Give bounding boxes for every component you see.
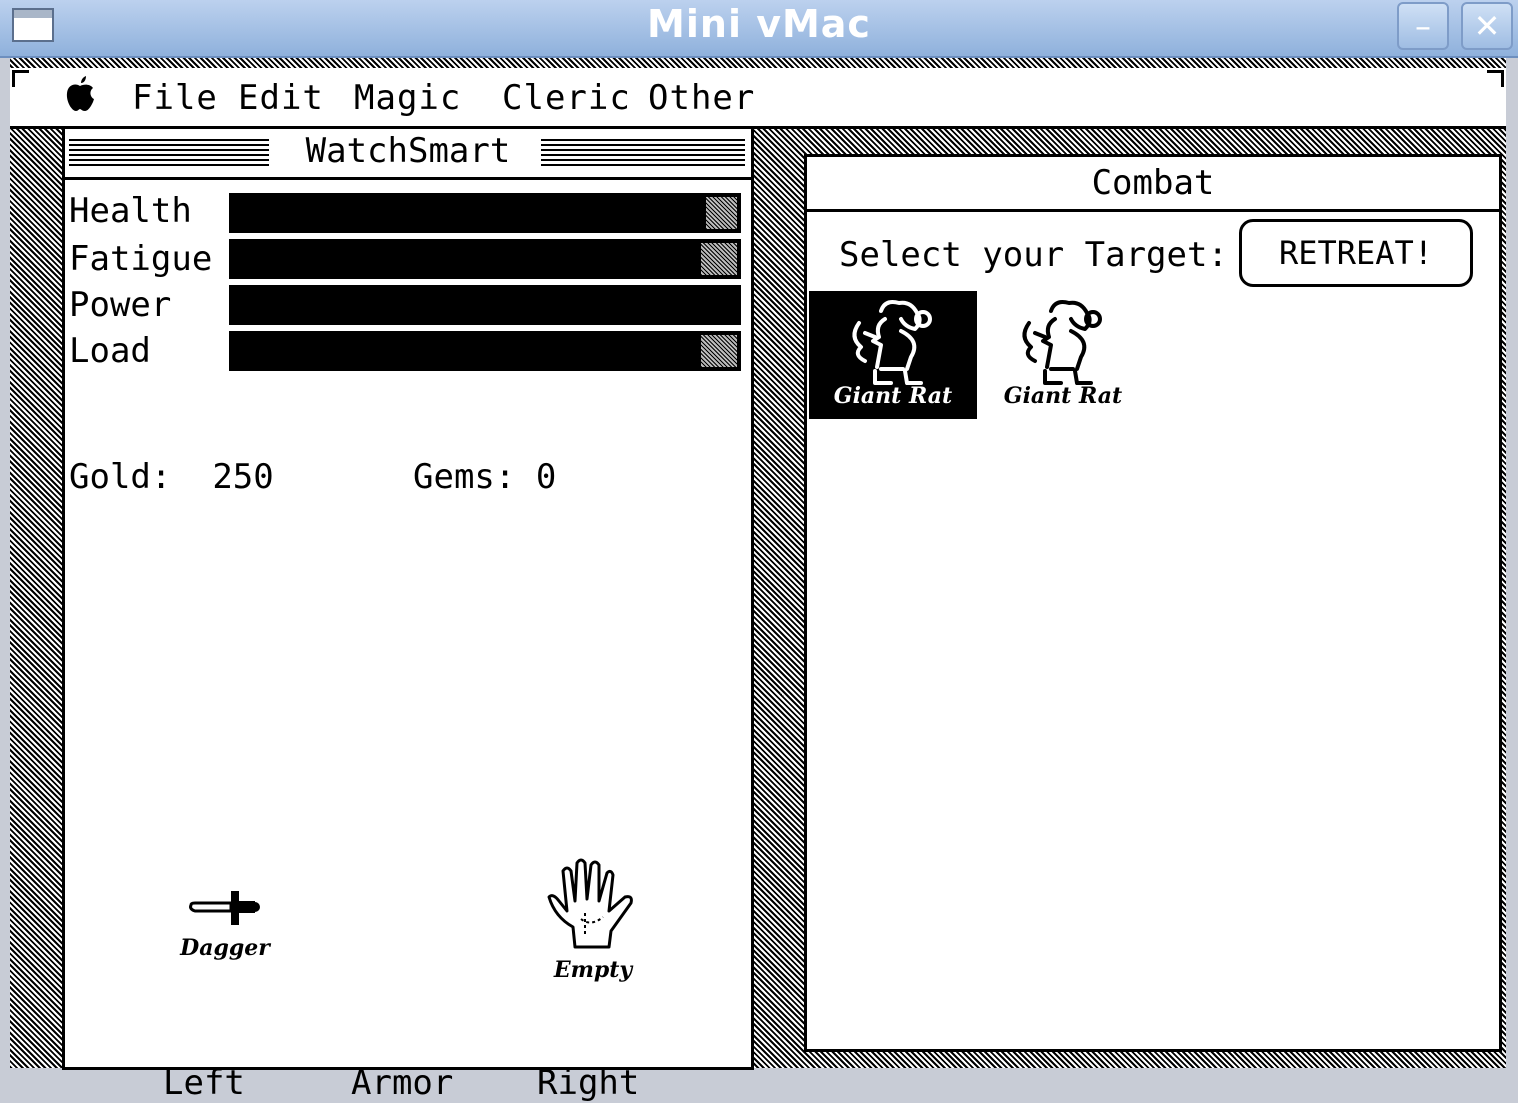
slot-left[interactable]: Left <box>163 1063 245 1103</box>
menu-other[interactable]: Other <box>648 78 755 118</box>
right-item-name: Empty <box>553 957 633 983</box>
apple-icon[interactable] <box>64 74 96 114</box>
combat-title[interactable]: Combat <box>807 157 1499 212</box>
right-hand-item[interactable]: Empty <box>541 857 645 983</box>
left-item-name: Dagger <box>180 935 270 961</box>
target-name: Giant Rat <box>833 383 953 409</box>
menu-file[interactable]: File <box>132 78 218 118</box>
menu-bar: File Edit Magic Cleric Other <box>10 68 1506 129</box>
health-label: Health <box>69 191 192 231</box>
emulator-screen: File Edit Magic Cleric Other WatchSmart … <box>10 58 1506 1103</box>
fatigue-bar <box>229 239 741 279</box>
gems-readout: Gems: 0 <box>413 457 556 497</box>
target-prompt: Select your Target: <box>839 235 1228 275</box>
gold-label: Gold: <box>69 457 172 497</box>
target-name: Giant Rat <box>1003 383 1123 409</box>
gold-readout: Gold: 250 <box>69 457 274 497</box>
close-button[interactable]: ✕ <box>1461 2 1513 50</box>
menu-magic[interactable]: Magic <box>354 78 461 118</box>
health-bar <box>229 193 741 233</box>
giant-rat-icon <box>1022 300 1102 385</box>
minimize-button[interactable]: – <box>1397 2 1449 50</box>
power-bar <box>229 285 741 325</box>
minimize-icon: – <box>1415 7 1431 45</box>
gold-value: 250 <box>212 457 274 497</box>
gems-value: 0 <box>535 457 557 497</box>
retreat-button[interactable]: RETREAT! <box>1239 219 1473 287</box>
window-title: Mini vMac <box>647 2 871 46</box>
power-label: Power <box>69 285 172 325</box>
screen-corner-left <box>12 70 29 87</box>
combat-window: Combat Select your Target: RETREAT! Gian… <box>804 154 1502 1052</box>
window-titlebar: Mini vMac – ✕ <box>0 0 1518 58</box>
hand-icon <box>547 858 633 949</box>
watchsmart-window: WatchSmart Health Fatigue Power Load Gol… <box>62 126 754 1103</box>
target-giant-rat-1[interactable]: Giant Rat <box>809 291 977 419</box>
watchsmart-title: WatchSmart <box>289 131 527 171</box>
close-icon: ✕ <box>1473 7 1501 45</box>
fatigue-label: Fatigue <box>69 239 213 279</box>
target-giant-rat-2[interactable]: Giant Rat <box>979 291 1147 419</box>
watchsmart-titlebar[interactable]: WatchSmart <box>65 129 751 180</box>
load-bar <box>229 331 741 371</box>
left-hand-item[interactable]: Dagger <box>175 885 275 961</box>
menu-edit[interactable]: Edit <box>238 78 324 118</box>
slot-armor[interactable]: Armor <box>351 1063 453 1103</box>
gems-label: Gems: <box>413 457 516 497</box>
giant-rat-icon <box>852 300 932 385</box>
slot-right[interactable]: Right <box>537 1063 639 1103</box>
menu-cleric[interactable]: Cleric <box>502 78 631 118</box>
load-label: Load <box>69 331 151 371</box>
dagger-icon <box>189 891 260 925</box>
screen-corner-right <box>1487 70 1504 87</box>
